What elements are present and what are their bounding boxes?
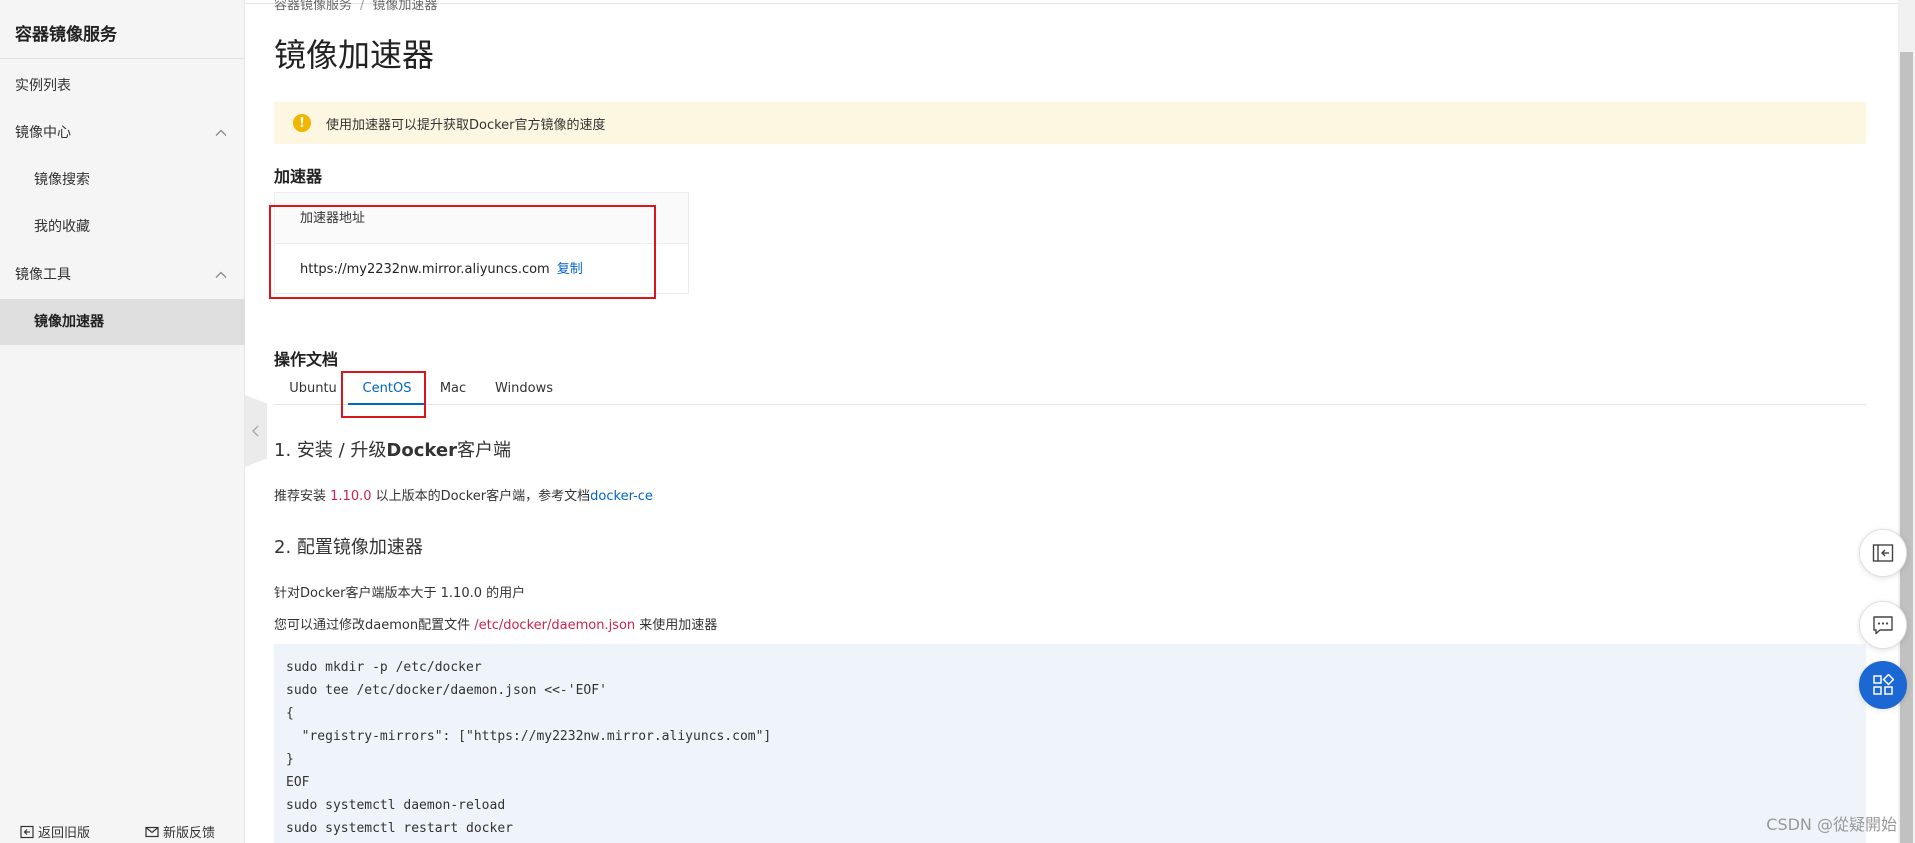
page-title: 镜像加速器	[274, 36, 435, 74]
sidebar-item-label: 实例列表	[15, 78, 71, 94]
step1-title-prefix: 1. 安装 / 升级	[274, 440, 387, 461]
feedback-label: 新版反馈	[163, 826, 216, 841]
chevron-up-icon	[215, 129, 227, 136]
sidebar-item-favorites[interactable]: 我的收藏	[0, 207, 245, 247]
step2-line2-prefix: 您可以通过修改daemon配置文件	[274, 618, 475, 633]
docker-version: 1.10.0	[330, 489, 372, 504]
back-to-old-version-label: 返回旧版	[38, 826, 91, 841]
chat-icon	[1873, 616, 1893, 635]
step1-title: 1. 安装 / 升级Docker客户端	[274, 436, 511, 462]
sidebar-collapse-handle[interactable]	[245, 395, 267, 467]
tab-centos[interactable]: CentOS	[348, 375, 426, 405]
sidebar-item-label: 镜像加速器	[34, 314, 104, 330]
scrollbar-thumb[interactable]	[1900, 52, 1913, 843]
daemon-json-path: /etc/docker/daemon.json	[474, 618, 636, 633]
step1-text: 推荐安装 1.10.0 以上版本的Docker客户端，参考文档docker-ce	[274, 485, 653, 504]
docker-ce-link[interactable]: docker-ce	[590, 489, 653, 504]
os-tabs: Ubuntu CentOS Mac Windows	[274, 375, 1866, 405]
exclamation-circle-icon: !	[293, 114, 311, 132]
feedback-button[interactable]: 新版反馈	[145, 822, 215, 841]
sidebar: 容器镜像服务 实例列表 镜像中心 镜像搜索 我的收藏 镜像工具 镜像加速器 返回…	[0, 0, 245, 843]
collapse-panel-icon	[1872, 544, 1894, 562]
sidebar-item-label: 镜像中心	[15, 125, 71, 141]
chevron-up-icon	[215, 271, 227, 278]
sidebar-item-label: 我的收藏	[34, 219, 90, 235]
step2-title: 2. 配置镜像加速器	[274, 537, 423, 558]
notice-banner: ! 使用加速器可以提升获取Docker官方镜像的速度	[274, 102, 1866, 144]
step2-line2: 您可以通过修改daemon配置文件 /etc/docker/daemon.jso…	[274, 614, 717, 633]
code-line: EOF	[286, 775, 310, 790]
accelerator-section-title: 加速器	[274, 167, 323, 186]
tab-mac[interactable]: Mac	[436, 375, 470, 405]
sidebar-item-image-accelerator[interactable]: 镜像加速器	[0, 299, 245, 345]
code-line: sudo systemctl restart docker	[286, 821, 513, 836]
sidebar-item-instance-list[interactable]: 实例列表	[0, 66, 245, 106]
back-icon	[20, 825, 34, 838]
apps-button[interactable]	[1859, 661, 1907, 709]
code-line: sudo tee /etc/docker/daemon.json <<-'EOF…	[286, 683, 607, 698]
sidebar-footer: 返回旧版 新版反馈	[0, 817, 245, 843]
mail-icon	[145, 826, 159, 837]
tab-windows[interactable]: Windows	[492, 375, 556, 405]
watermark: CSDN @從疑開始	[1766, 815, 1897, 834]
sidebar-title: 容器镜像服务	[15, 25, 117, 45]
chevron-left-icon	[252, 425, 259, 437]
breadcrumb-item: 镜像加速器	[372, 0, 438, 13]
main-content: 容器镜像服务 / 镜像加速器 镜像加速器 ! 使用加速器可以提升获取Docker官方…	[269, 0, 1866, 843]
step2-line1: 针对Docker客户端版本大于 1.10.0 的用户	[274, 586, 526, 601]
collapse-panel-button[interactable]	[1859, 529, 1907, 577]
sidebar-item-image-search[interactable]: 镜像搜索	[0, 160, 245, 200]
code-line: "registry-mirrors": ["https://my2232nw.m…	[286, 729, 772, 744]
breadcrumb: 容器镜像服务 / 镜像加速器	[274, 0, 438, 13]
sidebar-group-image-center[interactable]: 镜像中心	[0, 113, 245, 153]
code-line: {	[286, 706, 294, 721]
accelerator-address: https://my2232nw.mirror.aliyuncs.com	[300, 262, 550, 277]
code-line: sudo systemctl daemon-reload	[286, 798, 506, 813]
tab-ubuntu[interactable]: Ubuntu	[288, 375, 338, 405]
sidebar-item-label: 镜像工具	[15, 267, 71, 283]
copy-button[interactable]: 复制	[557, 262, 583, 277]
sidebar-group-image-tools[interactable]: 镜像工具	[0, 255, 245, 295]
apps-icon	[1873, 674, 1894, 695]
code-line: sudo mkdir -p /etc/docker	[286, 660, 482, 675]
step1-title-suffix: 客户端	[456, 440, 511, 461]
step1-title-bold: Docker	[386, 440, 457, 461]
code-line: }	[286, 752, 294, 767]
sidebar-divider	[0, 58, 245, 59]
step2-line2-suffix: 来使用加速器	[635, 618, 718, 633]
notice-text: 使用加速器可以提升获取Docker官方镜像的速度	[326, 117, 606, 133]
code-block[interactable]: sudo mkdir -p /etc/docker sudo tee /etc/…	[274, 644, 1866, 843]
accelerator-table: 加速器地址 https://my2232nw.mirror.aliyuncs.c…	[274, 192, 689, 294]
breadcrumb-item[interactable]: 容器镜像服务	[274, 0, 352, 13]
docs-section-title: 操作文档	[274, 350, 339, 369]
step1-text-prefix: 推荐安装	[274, 489, 331, 504]
step1-text-middle: 以上版本的Docker客户端，参考文档	[371, 489, 591, 504]
sidebar-item-label: 镜像搜索	[34, 172, 90, 188]
chat-button[interactable]	[1859, 601, 1907, 649]
back-to-old-version-button[interactable]: 返回旧版	[20, 822, 90, 841]
accelerator-row: https://my2232nw.mirror.aliyuncs.com 复制	[275, 244, 688, 295]
accelerator-column-header: 加速器地址	[275, 193, 688, 244]
